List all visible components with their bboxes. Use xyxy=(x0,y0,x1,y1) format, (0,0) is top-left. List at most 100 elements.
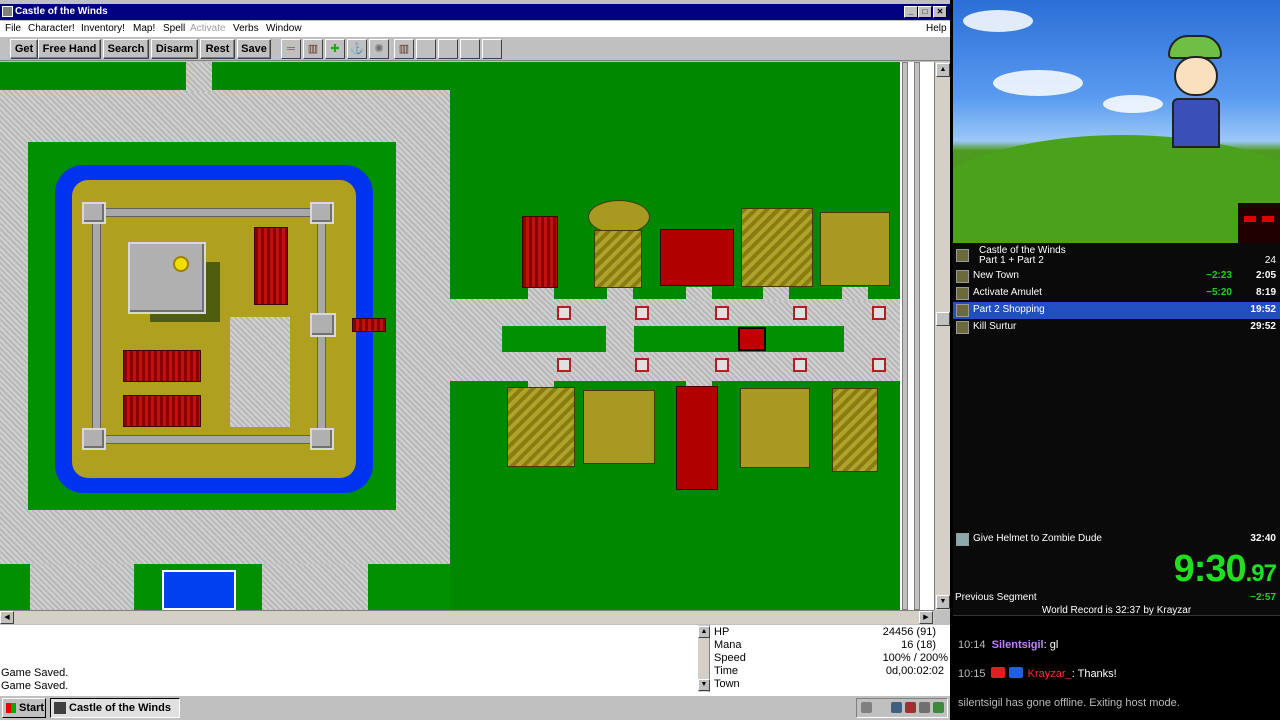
empty-slot-1-icon[interactable] xyxy=(416,39,436,59)
menu-file[interactable]: File xyxy=(5,21,21,37)
stats-scroll-up-icon[interactable]: ▲ xyxy=(698,626,710,638)
scroll-right-icon[interactable]: ▶ xyxy=(919,611,933,624)
stats-scrollbar[interactable]: ▲ ▼ xyxy=(698,625,710,692)
system-tray xyxy=(856,698,948,718)
shop-sign-icon[interactable] xyxy=(872,306,886,320)
driveway xyxy=(763,287,789,301)
monster-icon[interactable] xyxy=(738,327,766,351)
keep[interactable] xyxy=(128,242,206,314)
split-time: 8:19 xyxy=(1255,287,1276,298)
tray-network-icon[interactable] xyxy=(891,702,902,713)
scroll-thumb[interactable] xyxy=(936,312,950,326)
menu-map[interactable]: Map! xyxy=(133,21,155,37)
shop-sign-icon[interactable] xyxy=(635,306,649,320)
red-eyes-icon xyxy=(1238,203,1280,243)
shop-sign-icon[interactable] xyxy=(557,306,571,320)
shop-magic[interactable] xyxy=(820,212,890,286)
map-vertical-scrollbar[interactable]: ▲ ▼ xyxy=(934,62,950,610)
shop-junk-yard[interactable] xyxy=(507,387,575,467)
windows-logo-icon xyxy=(6,703,16,713)
avatar-body xyxy=(1172,98,1220,148)
fountain[interactable] xyxy=(162,570,236,610)
tray-help-icon[interactable] xyxy=(861,702,872,713)
time-value: 0d,00:02:02 xyxy=(885,665,944,677)
stats-scroll-down-icon[interactable]: ▼ xyxy=(698,679,710,691)
quickspell-6-icon[interactable]: ▥ xyxy=(394,39,414,59)
disarm-button[interactable]: Disarm xyxy=(151,39,198,59)
scroll-down-icon[interactable]: ▼ xyxy=(936,595,950,609)
menu-verbs[interactable]: Verbs xyxy=(233,21,259,37)
quickspell-4-icon[interactable]: ⚓ xyxy=(347,39,367,59)
shop-sign-icon[interactable] xyxy=(557,358,571,372)
chat-username[interactable]: Krayzar_ xyxy=(1028,668,1072,680)
free-hand-button[interactable]: Free Hand xyxy=(38,39,101,59)
menu-character[interactable]: Character! xyxy=(28,21,75,37)
menu-activate[interactable]: Activate xyxy=(190,21,226,37)
search-button[interactable]: Search xyxy=(103,39,149,59)
split-row: Activate Amulet −5:20 8:19 xyxy=(953,285,1280,302)
castle-wall-north xyxy=(92,208,324,217)
empty-slot-2-icon[interactable] xyxy=(438,39,458,59)
window-title: Castle of the Winds xyxy=(15,6,108,17)
menu-spell[interactable]: Spell xyxy=(163,21,185,37)
tray-app-icon[interactable] xyxy=(933,702,944,713)
heal-icon[interactable]: ✚ xyxy=(325,39,345,59)
map-horizontal-scrollbar[interactable]: ◀ ▶ xyxy=(0,610,934,624)
shop-alchemist[interactable] xyxy=(583,390,655,464)
drawbridge[interactable] xyxy=(352,318,386,332)
start-button[interactable]: Start xyxy=(2,698,46,718)
speedrun-splits: Castle of the Winds Part 1 + Part 2 24 N… xyxy=(953,243,1280,616)
split-name: New Town xyxy=(973,270,1019,281)
empty-slot-3-icon[interactable] xyxy=(460,39,480,59)
shop-sign-icon[interactable] xyxy=(793,306,807,320)
shop-sign-icon[interactable] xyxy=(793,358,807,372)
shop-temple[interactable] xyxy=(594,230,642,288)
tray-security-icon[interactable] xyxy=(905,702,916,713)
get-button[interactable]: Get xyxy=(10,39,38,59)
shop-bank[interactable] xyxy=(676,386,718,490)
quickspell-1-icon[interactable]: ═ xyxy=(281,39,301,59)
scroll-left-icon[interactable]: ◀ xyxy=(0,611,14,624)
menu-help[interactable]: Help xyxy=(926,21,947,37)
quickspell-5-icon[interactable]: ✺ xyxy=(369,39,389,59)
quickspell-2-icon[interactable]: ▥ xyxy=(303,39,323,59)
shop-guild[interactable] xyxy=(832,388,878,472)
close-button[interactable]: ✕ xyxy=(933,6,947,18)
shop-sign-icon[interactable] xyxy=(715,306,729,320)
scroll-up-icon[interactable]: ▲ xyxy=(936,63,950,77)
menu-inventory[interactable]: Inventory! xyxy=(81,21,125,37)
shop-general-store[interactable] xyxy=(522,216,558,288)
castle-hall-2[interactable] xyxy=(123,395,201,427)
split-icon xyxy=(956,533,969,546)
tray-volume-icon[interactable] xyxy=(919,702,930,713)
empty-slot-4-icon[interactable] xyxy=(482,39,502,59)
save-button[interactable]: Save xyxy=(237,39,271,59)
shop-weaponsmith[interactable] xyxy=(741,208,813,287)
split-name: Give Helmet to Zombie Dude xyxy=(973,533,1102,544)
verified-badge-icon xyxy=(1008,667,1023,678)
maximize-button[interactable]: □ xyxy=(918,6,932,18)
shop-armory[interactable] xyxy=(660,229,734,286)
app-icon[interactable] xyxy=(2,6,13,17)
castle-barracks[interactable] xyxy=(254,227,288,305)
chat-time: 10:15 xyxy=(958,668,986,680)
town-map[interactable] xyxy=(0,62,900,610)
speed-label: Speed xyxy=(714,652,746,664)
taskbar-item-castle[interactable]: Castle of the Winds xyxy=(50,698,180,718)
shop-temple-dome[interactable] xyxy=(588,200,650,234)
menu-window[interactable]: Window xyxy=(266,21,302,37)
driveway xyxy=(528,287,554,301)
rest-button[interactable]: Rest xyxy=(200,39,235,59)
shop-sage[interactable] xyxy=(740,388,810,468)
broadcaster-badge-icon xyxy=(990,667,1005,678)
shop-sign-icon[interactable] xyxy=(872,358,886,372)
southern-yard-2 xyxy=(262,564,368,610)
title-bar[interactable]: Castle of the Winds _ □ ✕ xyxy=(0,4,950,20)
chat-username[interactable]: Silentsigil xyxy=(992,639,1044,651)
castle-hall-1[interactable] xyxy=(123,350,201,382)
minimize-button[interactable]: _ xyxy=(904,6,918,18)
shop-sign-icon[interactable] xyxy=(715,358,729,372)
shop-sign-icon[interactable] xyxy=(635,358,649,372)
southern-yard xyxy=(30,564,134,610)
player-sun-icon[interactable] xyxy=(173,256,189,272)
